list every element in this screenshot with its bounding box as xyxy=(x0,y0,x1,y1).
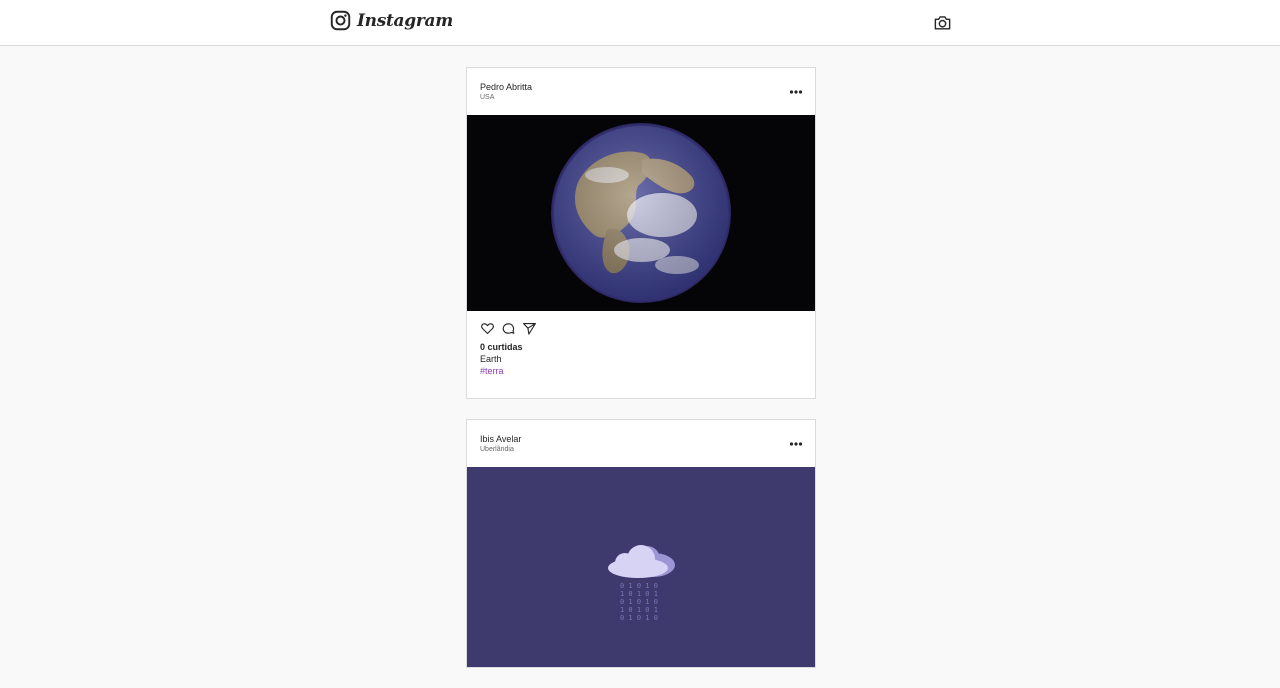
cloud-computing-illustration[interactable]: 0 1 0 1 0 1 0 1 0 1 0 1 0 1 0 1 0 1 0 1 … xyxy=(467,467,815,667)
post-username[interactable]: Ibis Avelar xyxy=(480,434,521,444)
more-options-icon[interactable] xyxy=(789,84,803,100)
svg-text:0 1 0 1 0: 0 1 0 1 0 xyxy=(620,598,658,606)
post-username[interactable]: Pedro Abritta xyxy=(480,82,532,92)
feed-post: Pedro Abritta USA 0 curtidas Earth #terr… xyxy=(466,67,816,399)
brand-logo[interactable]: Instagram xyxy=(330,10,453,31)
heart-icon[interactable] xyxy=(480,321,495,336)
brand-wordmark: Instagram xyxy=(357,10,453,31)
send-icon[interactable] xyxy=(522,321,537,336)
more-options-icon[interactable] xyxy=(789,436,803,452)
post-header: Pedro Abritta USA xyxy=(467,68,815,115)
post-feed: Pedro Abritta USA 0 curtidas Earth #terr… xyxy=(466,67,816,688)
post-header: Ibis Avelar Uberlândia xyxy=(467,420,815,467)
instagram-glyph-icon xyxy=(330,10,351,31)
post-location: Uberlândia xyxy=(480,446,514,453)
post-caption: Earth xyxy=(480,354,502,364)
camera-icon[interactable] xyxy=(933,13,952,32)
post-hashtag[interactable]: #terra xyxy=(480,366,802,376)
likes-count: 0 curtidas xyxy=(480,342,523,352)
post-location: USA xyxy=(480,94,495,101)
earth-photo[interactable] xyxy=(467,115,815,311)
svg-text:1 0 1 0 1: 1 0 1 0 1 xyxy=(620,606,658,614)
svg-text:0 1 0 1 0: 0 1 0 1 0 xyxy=(620,582,658,590)
svg-text:1 0 1 0 1: 1 0 1 0 1 xyxy=(620,590,658,598)
post-actions xyxy=(480,319,802,337)
post-footer: 0 curtidas Earth #terra xyxy=(467,311,815,398)
top-navigation-bar: Instagram xyxy=(0,0,1280,46)
feed-post: Ibis Avelar Uberlândia 0 1 0 1 0 1 0 1 0… xyxy=(466,419,816,668)
binary-rain-graphic: 0 1 0 1 0 1 0 1 0 1 0 1 0 1 0 1 0 1 0 1 … xyxy=(620,582,658,622)
comment-icon[interactable] xyxy=(501,321,516,336)
